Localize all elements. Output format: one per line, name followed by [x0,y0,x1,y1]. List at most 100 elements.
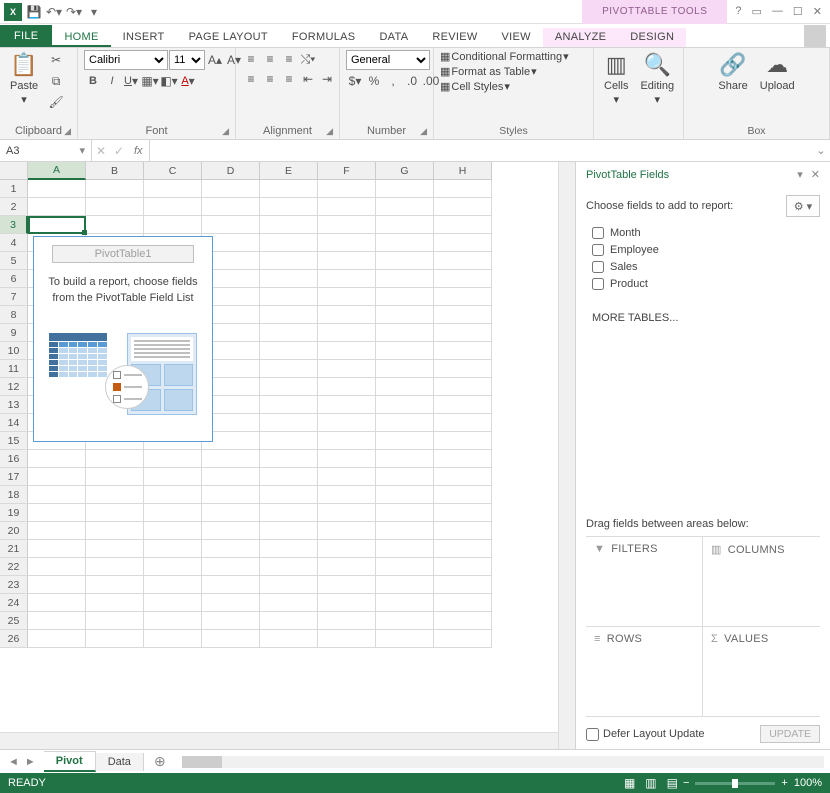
cell[interactable] [28,522,86,540]
zoom-out-icon[interactable]: − [683,777,689,789]
cell[interactable] [202,540,260,558]
help-icon[interactable]: ? [735,5,741,18]
cell[interactable] [434,288,492,306]
cell[interactable] [28,180,86,198]
cell[interactable] [202,198,260,216]
cell[interactable] [376,612,434,630]
qat-dropdown-icon[interactable]: ▾ [86,4,102,20]
new-sheet-button[interactable]: ⊕ [144,753,176,770]
zoom-value[interactable]: 100% [794,777,822,789]
cell[interactable] [434,522,492,540]
currency-icon[interactable]: $▾ [346,72,364,90]
paste-button[interactable]: 📋Paste▾ [6,50,42,109]
cell[interactable] [86,486,144,504]
cell[interactable] [202,486,260,504]
col-header-D[interactable]: D [202,162,260,180]
cell[interactable] [318,270,376,288]
update-button[interactable]: UPDATE [760,725,820,743]
cell[interactable] [376,342,434,360]
font-color-button[interactable]: A▾ [179,72,197,90]
cell[interactable] [144,594,202,612]
cell[interactable] [260,612,318,630]
vertical-scrollbar[interactable] [558,162,575,749]
area-values[interactable]: ΣVALUES [703,627,820,717]
orientation-icon[interactable]: ⤭▾ [299,50,317,68]
cell[interactable] [376,540,434,558]
number-format-select[interactable]: General [346,50,430,70]
maximize-icon[interactable]: ☐ [793,5,803,18]
sheet-nav-prev-icon[interactable]: ◄ [8,756,19,768]
cell[interactable] [434,306,492,324]
cell[interactable] [202,630,260,648]
cell[interactable] [28,558,86,576]
font-size-select[interactable]: 11 [169,50,205,70]
cell[interactable] [318,360,376,378]
row-header[interactable]: 22 [0,558,28,576]
upload-button[interactable]: ☁Upload [756,50,799,96]
row-header[interactable]: 7 [0,288,28,306]
cell[interactable] [318,594,376,612]
cell[interactable] [144,504,202,522]
cell[interactable] [376,594,434,612]
tab-file[interactable]: FILE [0,25,52,47]
cell[interactable] [376,198,434,216]
fx-icon[interactable]: fx [128,145,149,157]
cell[interactable] [86,450,144,468]
cell[interactable] [260,396,318,414]
cell[interactable] [260,306,318,324]
format-as-table-button[interactable]: ▦ Format as Table▾ [440,65,569,78]
increase-font-icon[interactable]: A▴ [206,51,224,69]
cell[interactable] [28,450,86,468]
cell[interactable] [144,216,202,234]
cell[interactable] [260,378,318,396]
formula-input[interactable] [149,140,812,161]
cell[interactable] [202,216,260,234]
cell[interactable] [376,486,434,504]
cell[interactable] [260,216,318,234]
cell[interactable] [86,558,144,576]
increase-decimal-icon[interactable]: .0 [403,72,421,90]
cell[interactable] [434,198,492,216]
cell[interactable] [376,630,434,648]
align-right-icon[interactable]: ≡ [280,70,298,88]
cell[interactable] [144,540,202,558]
cell[interactable] [434,486,492,504]
cell[interactable] [434,360,492,378]
tab-analyze[interactable]: ANALYZE [543,28,618,47]
cell[interactable] [376,414,434,432]
cell[interactable] [144,198,202,216]
tab-view[interactable]: VIEW [490,28,543,47]
cell[interactable] [86,576,144,594]
cell[interactable] [202,558,260,576]
cell[interactable] [318,630,376,648]
cell[interactable] [202,468,260,486]
copy-icon[interactable]: ⧉ [46,71,66,91]
cell[interactable] [260,342,318,360]
cell[interactable] [144,522,202,540]
share-button[interactable]: 🔗Share [714,50,751,96]
col-header-F[interactable]: F [318,162,376,180]
field-sales[interactable]: Sales [586,261,820,273]
cell[interactable] [376,450,434,468]
cell[interactable] [260,180,318,198]
cell[interactable] [144,486,202,504]
cell[interactable] [434,234,492,252]
align-bottom-icon[interactable]: ≡ [280,50,298,68]
tab-home[interactable]: HOME [52,28,110,47]
row-header[interactable]: 19 [0,504,28,522]
font-name-select[interactable]: Calibri [84,50,168,70]
cell[interactable] [144,612,202,630]
cell[interactable] [434,252,492,270]
cell[interactable] [202,612,260,630]
cell[interactable] [318,324,376,342]
dialog-launcher-icon[interactable]: ◢ [64,126,71,137]
cell[interactable] [260,270,318,288]
cell[interactable] [260,558,318,576]
cell[interactable] [260,360,318,378]
cell[interactable] [318,306,376,324]
view-pagebreak-icon[interactable]: ▤ [667,776,678,790]
cell[interactable] [28,468,86,486]
cell[interactable] [260,594,318,612]
row-header[interactable]: 23 [0,576,28,594]
cell[interactable] [260,576,318,594]
